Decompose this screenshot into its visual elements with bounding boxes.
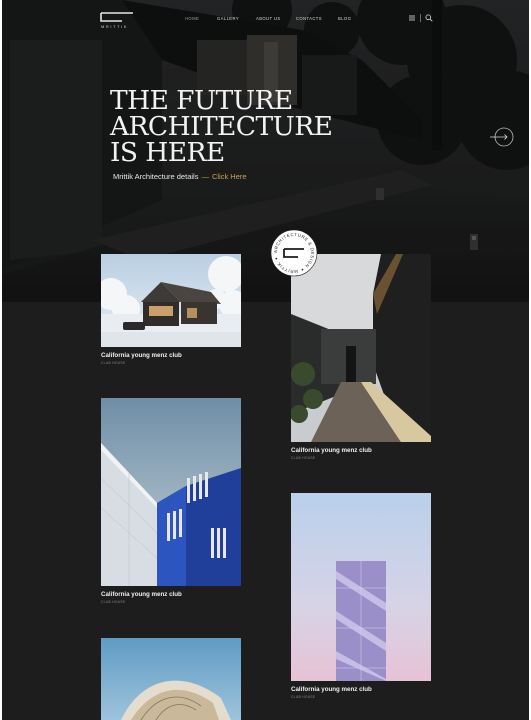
project-card[interactable]: California young menz club Club House <box>291 254 431 464</box>
project-card-category: Club House <box>291 456 316 460</box>
project-card-title: California young menz club <box>291 686 372 693</box>
project-card-title: California young menz club <box>101 352 182 359</box>
nav-item-blog[interactable]: Blog <box>338 16 351 21</box>
nav-item-contacts[interactable]: Contacts <box>296 16 322 21</box>
project-card-category: Club House <box>101 361 126 365</box>
hero-click-here-link[interactable]: Click Here <box>212 172 247 181</box>
project-card-image[interactable] <box>291 493 431 681</box>
project-card-title: California young menz club <box>101 591 182 598</box>
arrow-right-circle-icon[interactable] <box>490 127 514 147</box>
project-card[interactable]: California young menz club Club House <box>101 398 241 610</box>
search-icon[interactable] <box>425 14 433 22</box>
hero-section: THE FUTURE ARCHITECTURE IS HERE Mrittik … <box>2 0 529 302</box>
logo[interactable]: MRITTIK <box>100 12 134 30</box>
logo-mark-icon <box>100 12 133 22</box>
project-card-category: Club House <box>101 600 126 604</box>
rotating-badge: ARCHITECTURE & DESIGN ✦ MRITTIK ✦ <box>270 229 318 277</box>
project-card-category: Club House <box>291 695 316 699</box>
page: THE FUTURE ARCHITECTURE IS HERE Mrittik … <box>2 0 529 720</box>
nav-item-about-us[interactable]: About Us <box>256 16 281 21</box>
hero-title-line-3: IS HERE <box>110 137 225 168</box>
hero-subtitle-text: Mrittik Architecture details <box>113 172 199 181</box>
project-card-image[interactable] <box>101 398 241 586</box>
nav-item-home[interactable]: Home <box>185 16 199 21</box>
hero-title: THE FUTURE ARCHITECTURE IS HERE <box>110 87 370 168</box>
hero-subtitle-separator: — <box>201 172 209 181</box>
project-card-image[interactable] <box>101 254 241 347</box>
project-card[interactable] <box>101 638 241 720</box>
nav-divider <box>420 14 421 22</box>
logo-text: MRITTIK <box>101 24 129 29</box>
project-card[interactable]: California young menz club Club House <box>101 254 241 366</box>
nav-item-gallery[interactable]: Gallery <box>217 16 239 21</box>
menu-icon[interactable] <box>409 15 415 21</box>
project-card-title: California young menz club <box>291 447 372 454</box>
project-card-image[interactable] <box>291 254 431 442</box>
hero-subtitle: Mrittik Architecture details — Click Here <box>113 172 247 181</box>
project-card-image[interactable] <box>101 638 241 720</box>
project-card[interactable]: California young menz club Club House <box>291 493 431 705</box>
